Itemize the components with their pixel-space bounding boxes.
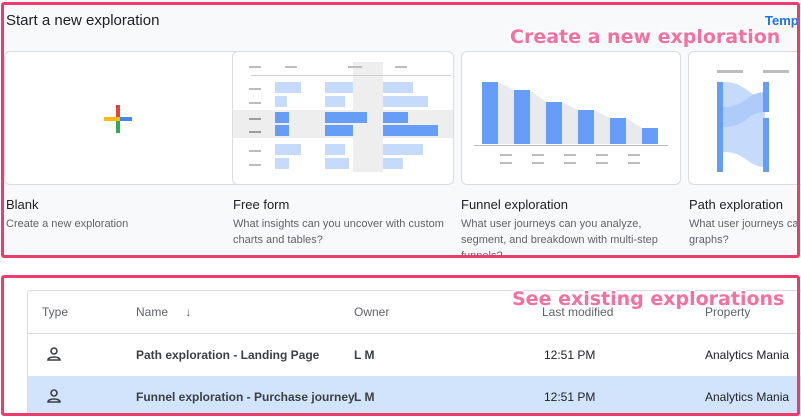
existing-annotation: See existing explorations [512, 288, 785, 310]
free-form-card[interactable] [232, 51, 454, 185]
table-row[interactable]: Path exploration - Landing Page L M 12:5… [28, 334, 801, 377]
row-owner: L M [354, 348, 375, 362]
table-row[interactable]: Funnel exploration - Purchase journey L … [28, 376, 801, 415]
row-owner: L M [354, 390, 375, 404]
new-exploration-panel: Start a new exploration Temp Blank Creat… [0, 0, 801, 256]
row-property: Analytics Mania [705, 390, 790, 404]
card-desc-path: What user journeys ca graphs? [689, 218, 799, 246]
sort-arrow-icon[interactable]: ↓ [185, 305, 191, 319]
card-desc-funnel: What user journeys can you analyze, segm… [461, 218, 658, 256]
section-title: Start a new exploration [6, 12, 160, 29]
card-title-path: Path exploration [689, 197, 783, 212]
card-title-funnel: Funnel exploration [461, 197, 568, 212]
card-title-blank: Blank [6, 197, 39, 212]
header-owner[interactable]: Owner [354, 305, 389, 319]
blank-card[interactable] [4, 51, 253, 185]
header-name-label: Name [136, 305, 169, 319]
row-name[interactable]: Funnel exploration - Purchase journey [136, 390, 355, 404]
card-desc-free-form: What insights can you uncover with custo… [233, 218, 444, 246]
row-modified: 12:51 PM [544, 348, 596, 362]
row-modified: 12:51 PM [544, 390, 596, 404]
card-desc-blank: Create a new exploration [6, 218, 129, 230]
path-thumbnail [717, 70, 789, 172]
row-name[interactable]: Path exploration - Landing Page [136, 348, 319, 362]
funnel-thumbnail [474, 82, 668, 164]
card-title-free-form: Free form [233, 197, 290, 212]
header-type[interactable]: Type [42, 305, 68, 319]
person-icon [47, 389, 61, 403]
plus-icon [104, 105, 132, 133]
funnel-card[interactable] [461, 51, 681, 185]
path-card[interactable] [688, 51, 801, 185]
person-icon [47, 347, 61, 361]
row-property: Analytics Mania [705, 348, 790, 362]
free-form-thumbnail [233, 62, 453, 172]
header-name[interactable]: Name ↓ [136, 305, 191, 319]
create-annotation: Create a new exploration [510, 26, 781, 48]
